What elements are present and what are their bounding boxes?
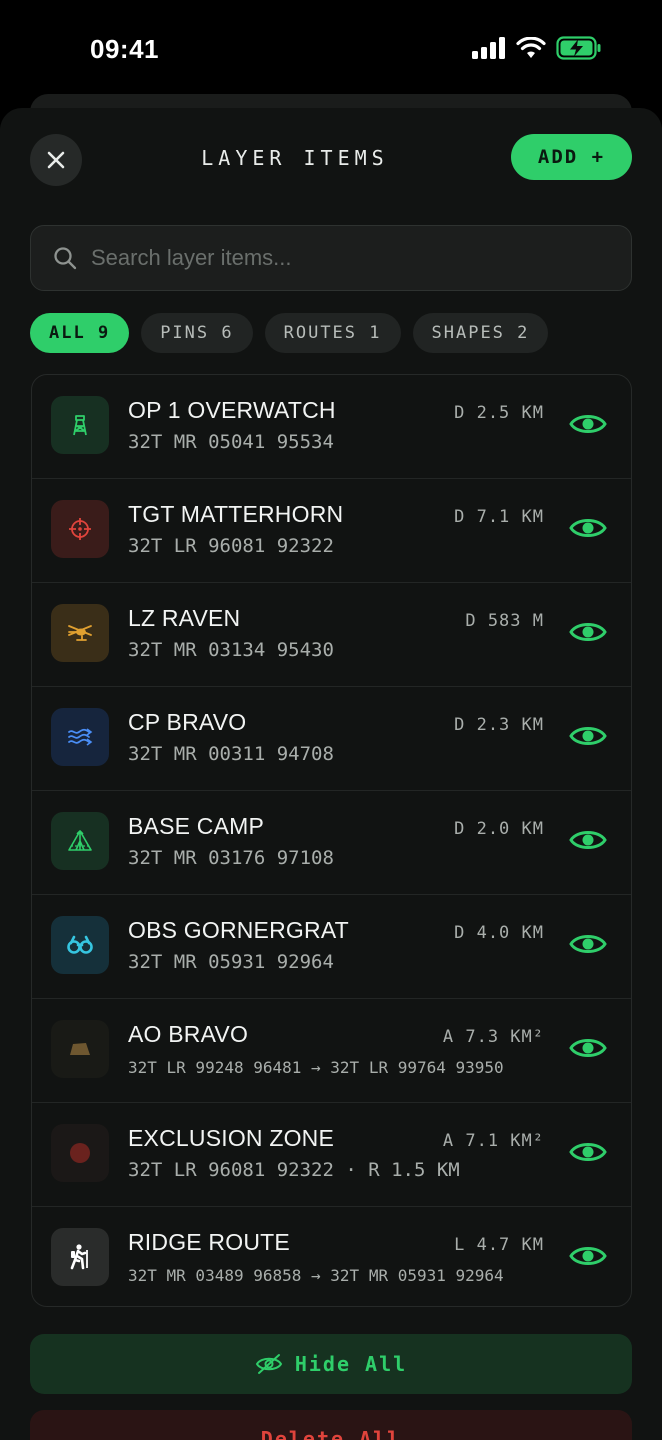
- item-coordinates: 32T MR 00311 94708: [128, 743, 334, 765]
- checkpoint-icon: [51, 708, 109, 766]
- hiker-icon: [51, 1228, 109, 1286]
- sheet-title: LAYER ITEMS: [201, 146, 389, 170]
- item-name: AO BRAVO: [128, 1021, 249, 1047]
- item-metric: A 7.1 KM²: [442, 1131, 544, 1151]
- item-name: RIDGE ROUTE: [128, 1229, 290, 1255]
- item-name: TGT MATTERHORN: [128, 501, 344, 527]
- item-metric: D 2.5 KM: [454, 403, 544, 423]
- filter-chip-routes[interactable]: ROUTES 1: [264, 313, 401, 353]
- layer-item-row[interactable]: CP BRAVO 32T MR 00311 94708 D 2.3 KM: [32, 687, 631, 791]
- delete-all-label: Delete All: [260, 1427, 402, 1440]
- visibility-toggle[interactable]: [569, 1241, 607, 1271]
- item-metric: D 2.0 KM: [454, 819, 544, 839]
- eye-off-icon: [255, 1354, 282, 1374]
- eye-icon: [569, 1039, 607, 1057]
- visibility-toggle[interactable]: [569, 409, 607, 439]
- layer-item-row[interactable]: OBS GORNERGRAT 32T MR 05931 92964 D 4.0 …: [32, 895, 631, 999]
- visibility-toggle[interactable]: [569, 1137, 607, 1167]
- item-metric: A 7.3 KM²: [442, 1027, 544, 1047]
- search-input[interactable]: [91, 245, 591, 271]
- filter-chip-pins[interactable]: PINS 6: [141, 313, 253, 353]
- layer-items-list: OP 1 OVERWATCH 32T MR 05041 95534 D 2.5 …: [31, 374, 632, 1307]
- layer-item-row[interactable]: BASE CAMP 32T MR 03176 97108 D 2.0 KM: [32, 791, 631, 895]
- visibility-toggle[interactable]: [569, 617, 607, 647]
- visibility-toggle[interactable]: [569, 929, 607, 959]
- visibility-toggle[interactable]: [569, 513, 607, 543]
- helicopter-icon: [51, 604, 109, 662]
- item-coordinates: 32T MR 03176 97108: [128, 847, 334, 869]
- item-name: BASE CAMP: [128, 813, 265, 839]
- filter-chips: ALL 9 PINS 6 ROUTES 1 SHAPES 2: [30, 313, 549, 353]
- layer-item-row[interactable]: OP 1 OVERWATCH 32T MR 05041 95534 D 2.5 …: [32, 375, 631, 479]
- item-metric: D 2.3 KM: [454, 715, 544, 735]
- circle-icon: [51, 1124, 109, 1182]
- eye-icon: [569, 623, 607, 641]
- filter-chip-all[interactable]: ALL 9: [30, 313, 130, 353]
- polygon-icon: [51, 1020, 109, 1078]
- eye-icon: [569, 1143, 607, 1161]
- item-coordinates: 32T MR 05041 95534: [128, 431, 334, 453]
- item-metric: D 583 M: [465, 611, 544, 631]
- eye-icon: [569, 1247, 607, 1265]
- wifi-icon: [516, 37, 546, 58]
- eye-icon: [569, 831, 607, 849]
- item-name: OBS GORNERGRAT: [128, 917, 349, 943]
- layer-item-row[interactable]: EXCLUSION ZONE 32T LR 96081 92322 · R 1.…: [32, 1103, 631, 1207]
- status-time: 09:41: [90, 34, 159, 64]
- item-coordinates: 32T MR 03134 95430: [128, 639, 334, 661]
- search-bar[interactable]: [30, 225, 632, 291]
- tower-icon: [51, 396, 109, 454]
- status-bar: 09:41: [0, 0, 662, 96]
- signal-icon: [472, 37, 505, 59]
- eye-icon: [569, 727, 607, 745]
- layer-item-row[interactable]: TGT MATTERHORN 32T LR 96081 92322 D 7.1 …: [32, 479, 631, 583]
- tent-icon: [51, 812, 109, 870]
- item-name: EXCLUSION ZONE: [128, 1125, 335, 1151]
- battery-charging-icon: [556, 36, 601, 60]
- item-name: LZ RAVEN: [128, 605, 241, 631]
- filter-chip-shapes[interactable]: SHAPES 2: [412, 313, 549, 353]
- visibility-toggle[interactable]: [569, 1033, 607, 1063]
- item-coordinates: 32T MR 03489 96858 → 32T MR 05931 92964: [128, 1266, 504, 1285]
- item-metric: D 4.0 KM: [454, 923, 544, 943]
- layer-item-row[interactable]: RIDGE ROUTE 32T MR 03489 96858 → 32T MR …: [32, 1207, 631, 1306]
- hide-all-button[interactable]: Hide All: [30, 1334, 632, 1394]
- eye-icon: [569, 519, 607, 537]
- layer-item-row[interactable]: AO BRAVO 32T LR 99248 96481 → 32T LR 997…: [32, 999, 631, 1103]
- visibility-toggle[interactable]: [569, 721, 607, 751]
- item-coordinates: 32T LR 96081 92322 · R 1.5 KM: [128, 1159, 460, 1181]
- add-button[interactable]: ADD +: [511, 134, 632, 180]
- status-icons: [472, 36, 602, 60]
- item-name: CP BRAVO: [128, 709, 247, 735]
- crosshair-icon: [51, 500, 109, 558]
- search-icon: [54, 247, 77, 270]
- visibility-toggle[interactable]: [569, 825, 607, 855]
- item-coordinates: 32T MR 05931 92964: [128, 951, 334, 973]
- layer-item-row[interactable]: LZ RAVEN 32T MR 03134 95430 D 583 M: [32, 583, 631, 687]
- item-coordinates: 32T LR 96081 92322: [128, 535, 334, 557]
- item-coordinates: 32T LR 99248 96481 → 32T LR 99764 93950: [128, 1058, 504, 1077]
- item-name: OP 1 OVERWATCH: [128, 397, 336, 423]
- hide-all-label: Hide All: [294, 1352, 408, 1376]
- item-metric: L 4.7 KM: [454, 1235, 544, 1255]
- delete-all-button[interactable]: Delete All: [30, 1410, 632, 1440]
- eye-icon: [569, 935, 607, 953]
- eye-icon: [569, 415, 607, 433]
- item-metric: D 7.1 KM: [454, 507, 544, 527]
- binoculars-icon: [51, 916, 109, 974]
